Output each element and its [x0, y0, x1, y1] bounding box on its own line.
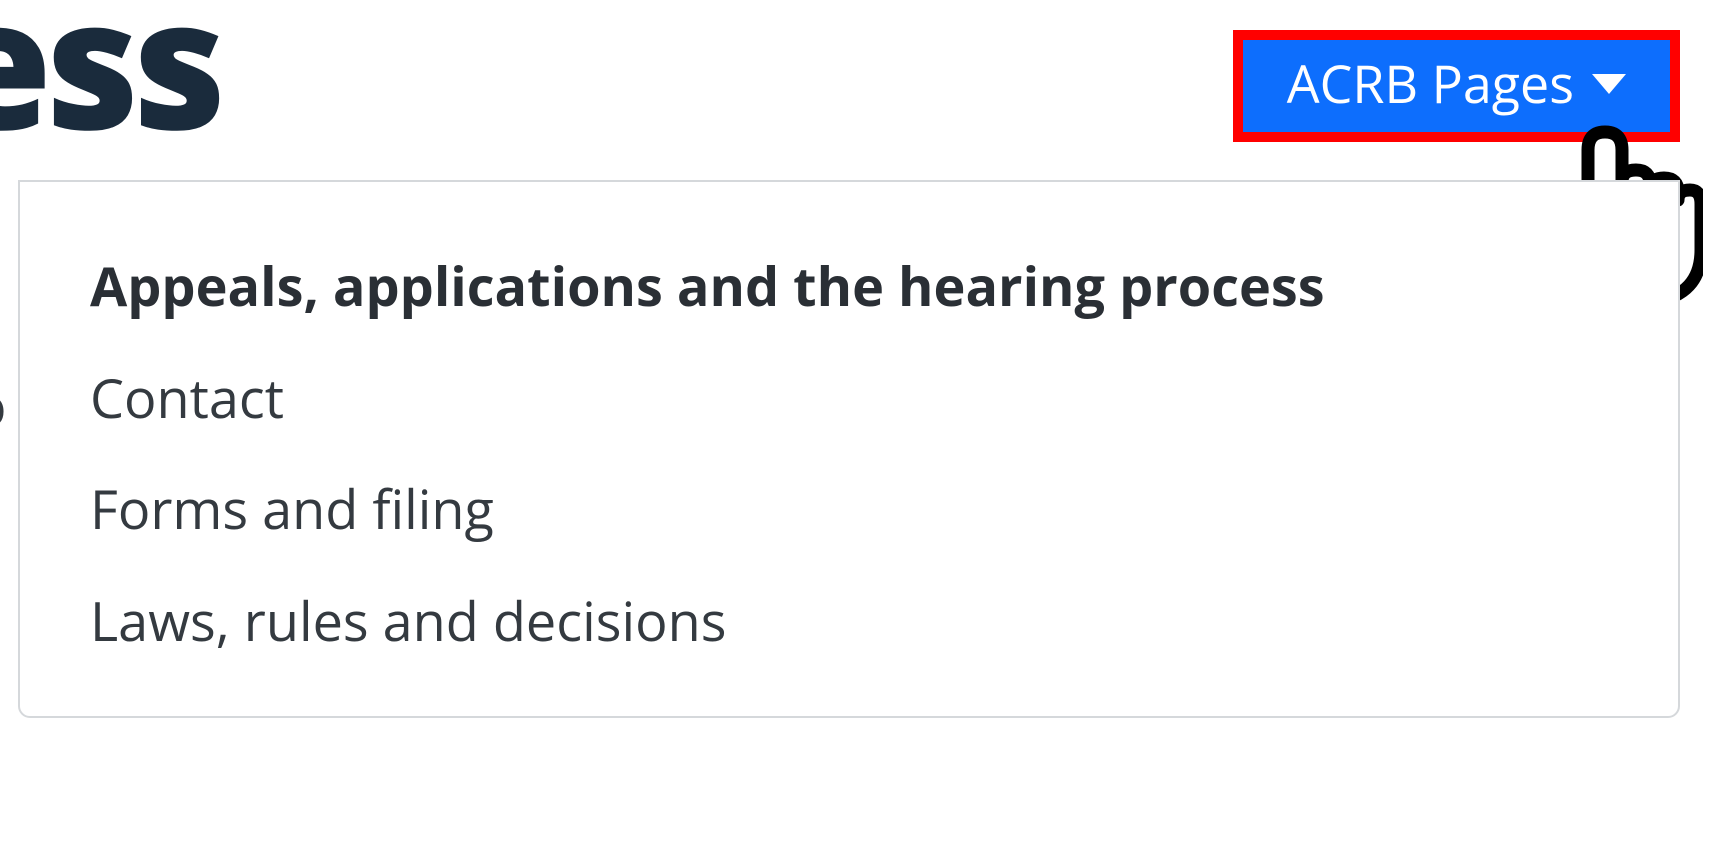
- caret-down-icon: [1592, 74, 1626, 94]
- menu-item-appeals[interactable]: Appeals, applications and the hearing pr…: [90, 230, 1608, 342]
- annotation-highlight-box: ACRB Pages: [1233, 30, 1680, 142]
- left-edge-text-fragment: o: [0, 368, 6, 442]
- page-title: Process: [0, 0, 220, 150]
- acrb-pages-menu: Appeals, applications and the hearing pr…: [18, 180, 1680, 718]
- menu-item-contact[interactable]: Contact: [90, 342, 1608, 454]
- menu-item-forms[interactable]: Forms and filing: [90, 453, 1608, 565]
- acrb-pages-dropdown[interactable]: ACRB Pages: [1233, 30, 1680, 142]
- acrb-pages-button[interactable]: ACRB Pages: [1243, 40, 1670, 132]
- menu-item-laws[interactable]: Laws, rules and decisions: [90, 565, 1608, 677]
- acrb-pages-button-label: ACRB Pages: [1287, 58, 1574, 110]
